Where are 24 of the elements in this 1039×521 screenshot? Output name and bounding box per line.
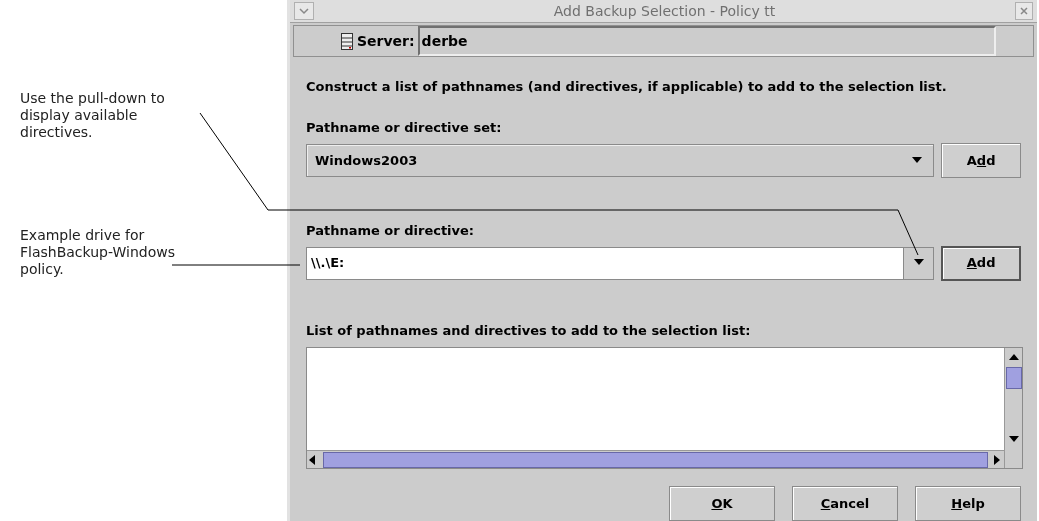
add-button[interactable]: Add [941, 245, 1021, 281]
dropdown-arrow-button[interactable] [903, 247, 934, 279]
directive-combo-field[interactable]: \\.\E: [306, 246, 935, 280]
scrollbar-thumb[interactable] [1005, 367, 1022, 389]
server-field: derbe [417, 26, 996, 56]
close-icon [1020, 7, 1028, 15]
list-label: List of pathnames and directives to add to the selection list: [306, 321, 752, 340]
window-title: Add Backup Selection - Policy tt [552, 1, 777, 21]
chevron-down-icon [299, 7, 309, 15]
dialog-button[interactable]: OK [669, 486, 775, 521]
server-icon [341, 32, 353, 50]
dialog-button[interactable]: Help [915, 486, 1021, 521]
add-button[interactable]: Add [941, 143, 1021, 178]
vertical-scrollbar[interactable] [1004, 348, 1022, 468]
annotation-text: Use the pull-down to display available directives. [20, 90, 166, 141]
close-button[interactable] [1015, 2, 1033, 20]
field-label: Pathname or directive set: [306, 118, 503, 137]
directive-set-dropdown[interactable]: Windows2003 [306, 144, 935, 177]
instructions-text: Construct a list of pathnames (and directives, if applicable) to add to the selection list. [306, 78, 948, 96]
server-label: Server: [357, 31, 415, 51]
dialog-button[interactable]: Cancel [792, 486, 898, 521]
window-menu-button[interactable] [294, 2, 314, 20]
annotation-text: Example drive for FlashBackup-Windows policy. [20, 227, 176, 278]
field-label: Pathname or directive: [306, 222, 476, 240]
